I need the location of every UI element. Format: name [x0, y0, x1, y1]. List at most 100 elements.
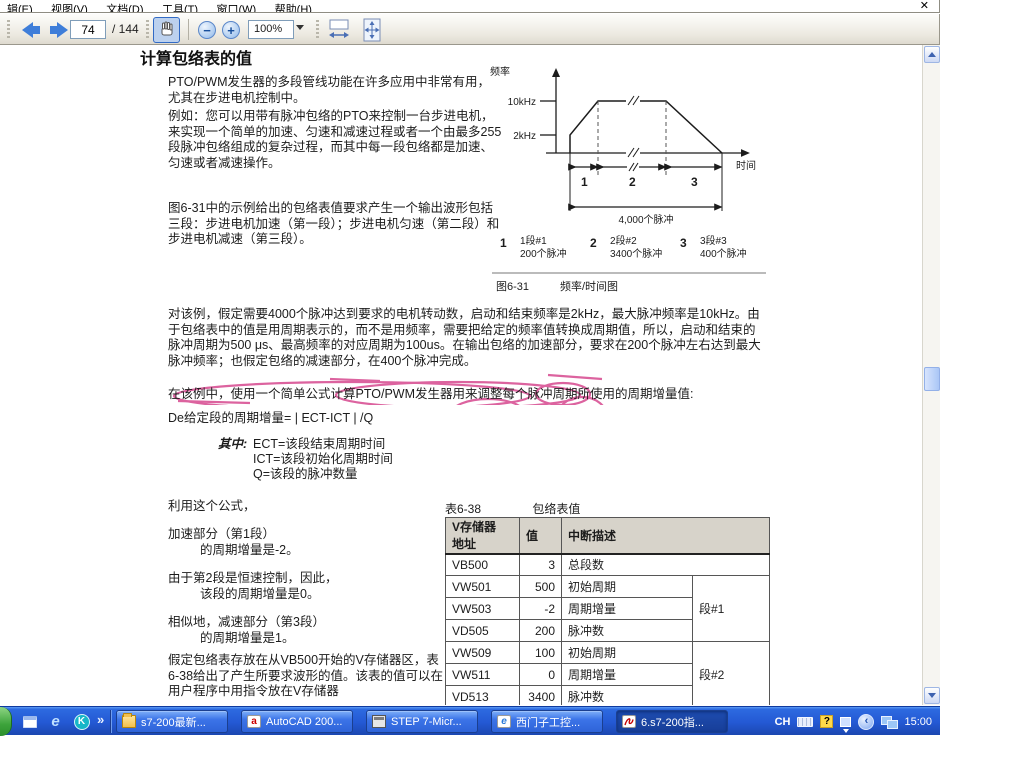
legend-num-3: 3: [680, 236, 687, 250]
legend-pulses-1: 200个脉冲: [520, 247, 567, 260]
quick-launch-k-icon[interactable]: K: [72, 712, 91, 731]
segment3-line1: 相似地，减速部分（第3段）: [168, 615, 325, 631]
figure-seg-1: 1: [581, 175, 588, 189]
task-button-autocad[interactable]: a AutoCAD 200...: [241, 710, 353, 733]
doc-title: 计算包络表的值: [140, 52, 252, 68]
arrow-right-icon: [50, 22, 68, 38]
header-address: V存储器 地址: [446, 518, 520, 554]
safely-remove-icon[interactable]: [840, 717, 851, 727]
legend-pulses-3: 400个脉冲: [700, 247, 747, 260]
menu-bar: 辑(E) 视图(V) 文档(D) 工具(T) 窗口(W) 帮助(H) ✕: [0, 0, 940, 13]
task-button-siemens-ie[interactable]: e 西门子工控...: [491, 710, 603, 733]
segment3-line2: 的周期增量是1。: [200, 631, 294, 647]
start-button[interactable]: [0, 707, 12, 736]
page-number-input[interactable]: [70, 20, 106, 39]
toolbar: / 144 − + 100%: [0, 14, 940, 45]
formula: De给定段的周期增量= | ECT-ICT | /Q: [168, 411, 373, 427]
segment1-line1: 加速部分（第1段）: [168, 527, 275, 543]
folder-icon: [122, 715, 136, 728]
page-total-label: / 144: [112, 22, 139, 36]
task-button-step7[interactable]: STEP 7-Micr...: [366, 710, 478, 733]
toolbar-grip[interactable]: [146, 20, 149, 39]
zoom-out-button[interactable]: −: [198, 21, 216, 39]
taskbar-separator: [110, 710, 111, 733]
chevron-down-icon[interactable]: [296, 25, 304, 30]
next-page-button[interactable]: [46, 18, 72, 42]
hand-icon: [158, 21, 176, 39]
table-caption-title: 包络表值: [532, 502, 580, 516]
frequency-time-figure: 频率 10kHz 2kHz 时间 1: [488, 63, 770, 313]
toolbar-grip[interactable]: [316, 20, 319, 39]
figure-tick-2khz: 2kHz: [513, 131, 536, 142]
network-icon[interactable]: [881, 716, 897, 728]
table-caption-no: 表6-38: [445, 502, 481, 516]
scroll-down-button[interactable]: [924, 687, 940, 704]
hand-tool-button[interactable]: [153, 17, 180, 43]
legend-seg-3: 3段#3: [700, 234, 727, 247]
taskbar: e K » s7-200最新... a AutoCAD 200... STEP …: [0, 706, 940, 735]
table-caption: 表6-38 包络表值: [445, 500, 580, 517]
keyboard-icon[interactable]: [797, 717, 813, 727]
paragraph-5: 在该例中，使用一个简单公式计算PTO/PWM发生器用来调整每个脉冲周期所使用的周…: [168, 387, 768, 403]
fit-width-icon: [328, 18, 350, 42]
legend-seg-1: 1段#1: [520, 234, 547, 247]
previous-page-button[interactable]: [18, 18, 44, 42]
step7-icon: [372, 715, 386, 728]
system-tray: CH ? ‹ 15:00: [775, 707, 940, 736]
where-line-1: ECT=该段结束周期时间: [253, 437, 385, 453]
pdf-page[interactable]: 计算包络表的值 PTO/PWM发生器的多段管线功能在许多应用中非常有用，尤其在步…: [0, 45, 922, 705]
figure-x-axis-label: 时间: [736, 159, 756, 172]
scrollbar-thumb[interactable]: [924, 367, 940, 391]
header-value: 值: [520, 518, 562, 554]
chevron-down-icon: [928, 693, 936, 698]
legend-num-2: 2: [590, 236, 597, 250]
fit-width-button[interactable]: [325, 17, 352, 43]
figure-total-pulses: 4,000个脉冲: [618, 213, 673, 226]
segment1-line2: 的周期增量是-2。: [200, 543, 299, 559]
legend-num-1: 1: [500, 236, 507, 250]
task-button-s7-200-folder[interactable]: s7-200最新...: [116, 710, 228, 733]
task-button-pdf-active[interactable]: 6.s7-200指...: [616, 710, 728, 733]
toolbar-grip[interactable]: [7, 20, 10, 39]
fit-page-button[interactable]: [358, 17, 385, 43]
segment-1-cell: 段#1: [693, 576, 770, 642]
menu-item-tools[interactable]: 工具(T): [155, 4, 205, 13]
menu-item-edit[interactable]: 辑(E): [0, 4, 40, 13]
clock: 15:00: [904, 716, 932, 728]
zoom-level-select[interactable]: 100%: [248, 20, 294, 39]
vertical-scrollbar[interactable]: [922, 45, 940, 705]
table-row: VW501 500 初始周期 段#1: [446, 576, 770, 598]
paragraph-1: PTO/PWM发生器的多段管线功能在许多应用中非常有用，尤其在步进电机控制中。: [168, 75, 502, 106]
where-line-2: ICT=该段初始化周期时间: [253, 452, 393, 468]
where-line-3: Q=该段的脉冲数量: [253, 467, 358, 483]
chevron-up-icon: [928, 52, 936, 57]
scroll-up-button[interactable]: [924, 46, 940, 63]
close-icon[interactable]: ✕: [920, 0, 929, 12]
language-indicator[interactable]: CH: [775, 716, 791, 728]
figure-caption: 频率/时间图: [560, 279, 618, 293]
paragraph-2: 例如：您可以用带有脉冲包络的PTO来控制一台步进电机，来实现一个简单的加速、匀速…: [168, 109, 502, 171]
figure-tick-10khz: 10kHz: [508, 97, 536, 108]
paragraph-7: 假定包络表存放在从VB500开始的V存储器区，表6-38给出了产生所要求波形的值…: [168, 653, 444, 700]
ime-help-icon[interactable]: ?: [820, 715, 833, 728]
zoom-in-button[interactable]: +: [222, 21, 240, 39]
hide-icons-chevron[interactable]: ‹: [858, 714, 874, 730]
menu-item-document[interactable]: 文档(D): [99, 4, 150, 13]
segment2-line1: 由于第2段是恒速控制，因此，: [168, 571, 337, 587]
internet-explorer-icon: e: [497, 715, 511, 728]
menu-item-help[interactable]: 帮助(H): [268, 4, 319, 13]
toolbar-separator: [188, 19, 189, 40]
arrow-left-icon: [22, 22, 40, 38]
table-header-row: V存储器 地址 值 中断描述: [446, 518, 770, 554]
figure-seg-3: 3: [691, 175, 698, 189]
where-label: 其中:: [218, 437, 247, 453]
figure-caption-no: 图6-31: [496, 280, 529, 293]
legend-seg-2: 2段#2: [610, 234, 637, 247]
quick-launch-window-icon[interactable]: [20, 712, 39, 731]
menu-item-window[interactable]: 窗口(W): [209, 4, 263, 13]
quick-launch-overflow-chevron[interactable]: »: [97, 713, 104, 726]
menu-item-view[interactable]: 视图(V): [44, 4, 95, 13]
segment-2-cell: 段#2: [693, 642, 770, 706]
quick-launch-ie-icon[interactable]: e: [46, 712, 65, 731]
screen: 辑(E) 视图(V) 文档(D) 工具(T) 窗口(W) 帮助(H) ✕ / 1…: [0, 0, 1024, 768]
